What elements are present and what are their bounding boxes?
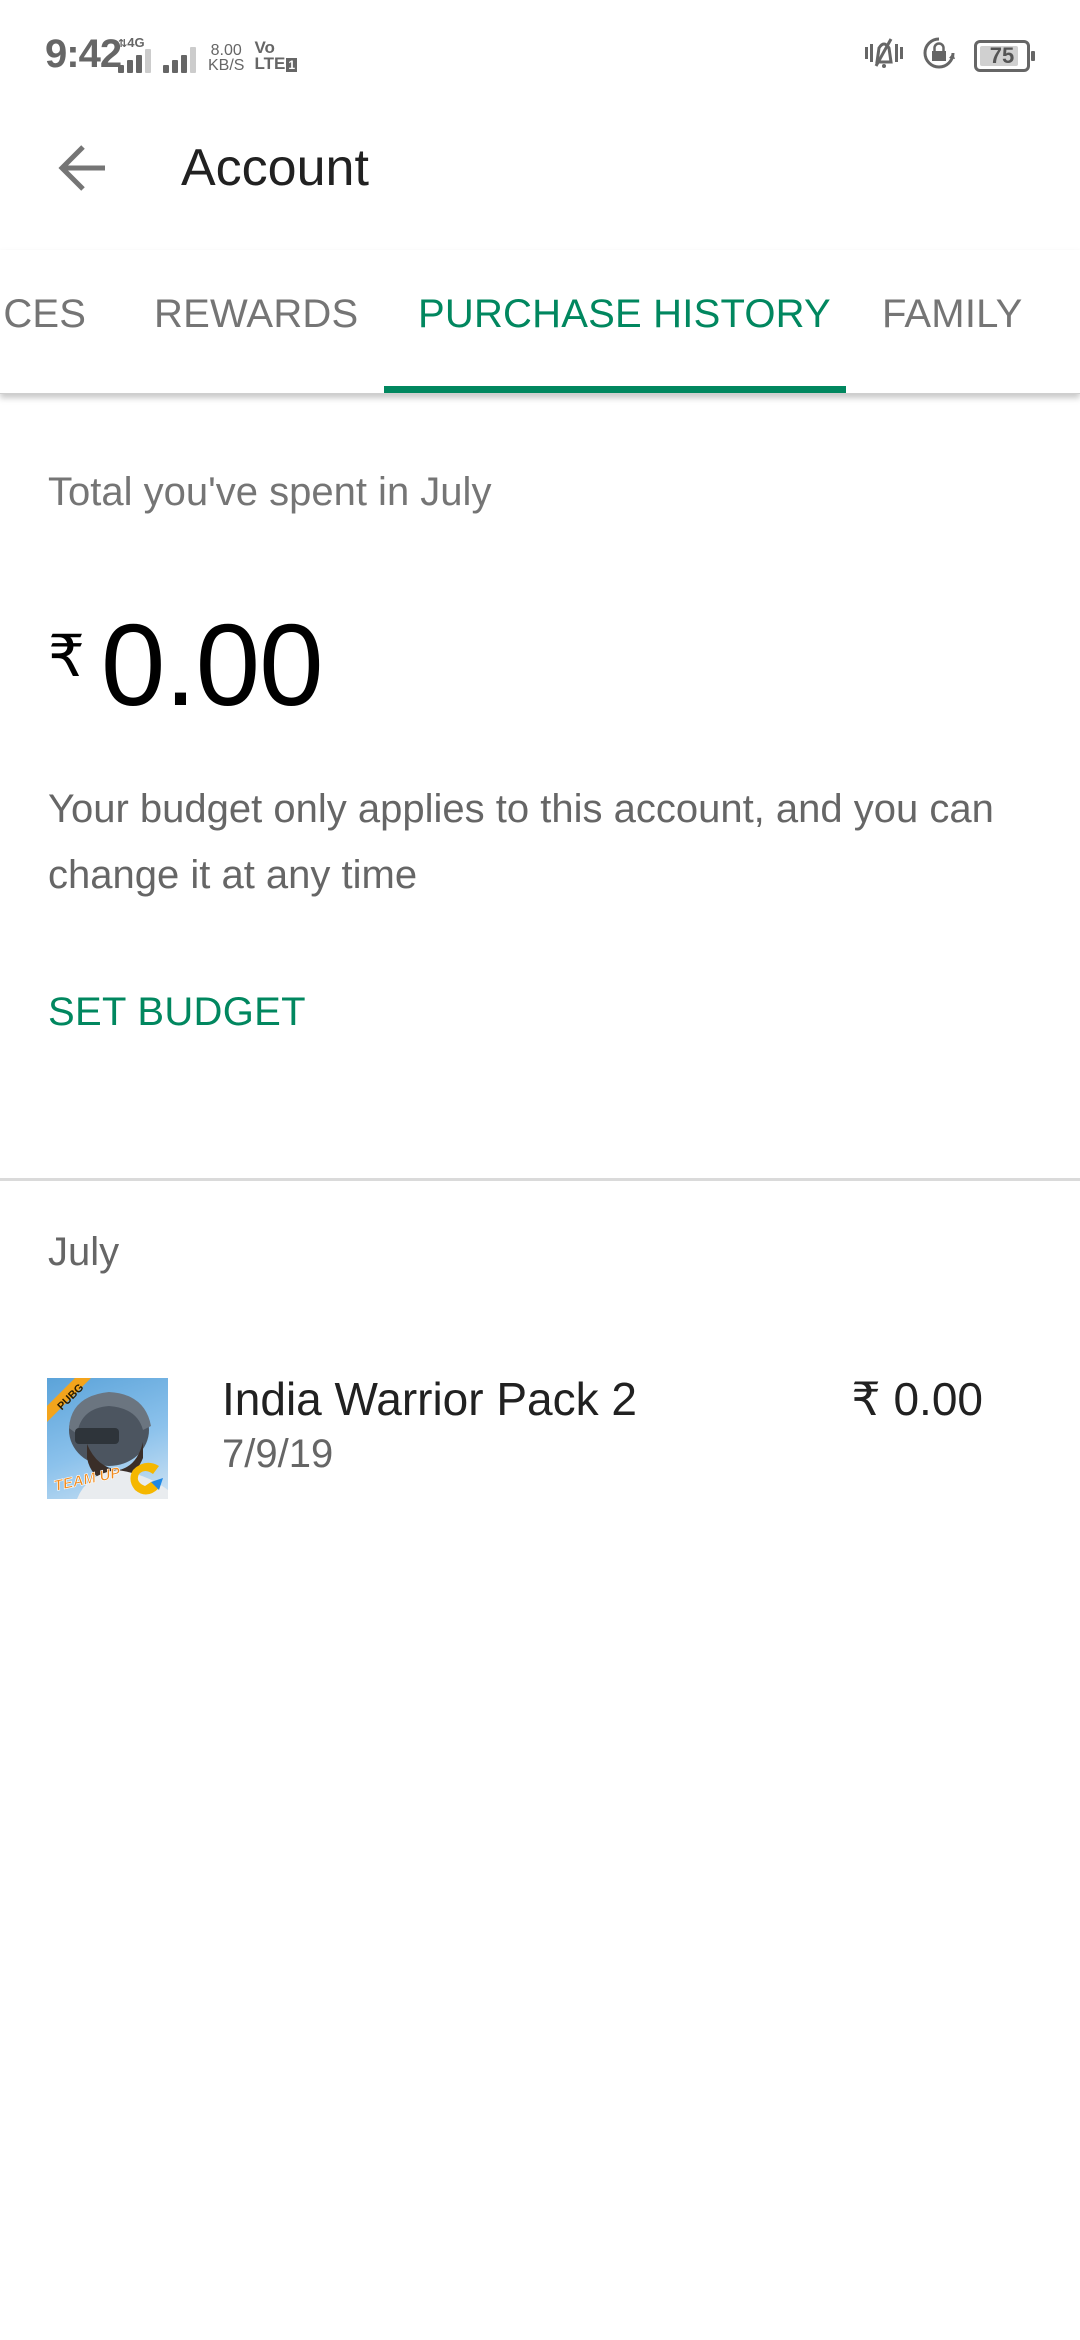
rotation-lock-icon	[922, 36, 956, 75]
currency-symbol: ₹	[48, 624, 85, 689]
sim-slot-badge: 1	[286, 58, 298, 72]
battery-level: 75	[989, 42, 1015, 68]
month-header: July	[48, 1230, 120, 1274]
arrow-left-icon	[57, 144, 107, 197]
network-type-label: ⇅4G	[118, 35, 145, 50]
section-divider	[0, 1178, 1080, 1181]
total-spent-amount: ₹ 0.00	[48, 600, 324, 730]
volte-lte: LTE	[254, 54, 286, 73]
pubg-mobile-app-icon: PUBG TEAM UP	[47, 1378, 168, 1499]
amount-value: 0.00	[100, 600, 324, 730]
purchase-title: India Warrior Pack 2	[222, 1373, 637, 1425]
spent-label: Total you've spent in July	[48, 470, 492, 514]
battery-icon: 75	[974, 39, 1035, 72]
app-toolbar: Account	[0, 110, 1080, 220]
back-button[interactable]	[40, 128, 124, 212]
account-tabs: ICES REWARDS PURCHASE HISTORY FAMILY	[0, 250, 1080, 394]
tab-family[interactable]: FAMILY	[882, 292, 1023, 337]
speed-unit: KB/S	[208, 57, 245, 74]
signal-sim1-icon	[118, 49, 151, 73]
vibrate-mute-icon	[864, 36, 904, 75]
data-activity-icon: ⇅4G	[118, 36, 151, 73]
speed-value: 8.00	[210, 42, 242, 59]
tab-purchase-history[interactable]: PURCHASE HISTORY	[418, 292, 831, 337]
status-bar: 9:42 ⇅4G 8.00 KB/S Vo LTE 1 75	[0, 0, 1080, 110]
purchase-price: ₹ 0.00	[851, 1373, 983, 1425]
volte-bottom: LTE 1	[254, 54, 298, 73]
active-tab-indicator	[384, 386, 846, 393]
page-title: Account	[181, 139, 369, 197]
purchase-date: 7/9/19	[222, 1432, 334, 1476]
status-time: 9:42	[45, 32, 122, 76]
purchase-list-item[interactable]: PUBG TEAM UP India Warrior Pack 2 7/9/19…	[0, 1360, 1080, 1520]
system-indicators: 75	[864, 36, 1035, 75]
volte-icon: Vo LTE 1	[254, 39, 298, 73]
network-indicators: ⇅4G 8.00 KB/S Vo LTE 1	[118, 36, 298, 74]
tab-rewards[interactable]: REWARDS	[154, 292, 358, 337]
network-speed: 8.00 KB/S	[208, 42, 245, 74]
budget-note: Your budget only applies to this account…	[48, 787, 994, 897]
tab-devices[interactable]: ICES	[0, 292, 86, 337]
set-budget-button[interactable]: SET BUDGET	[48, 990, 306, 1035]
signal-sim2-icon	[163, 43, 196, 73]
